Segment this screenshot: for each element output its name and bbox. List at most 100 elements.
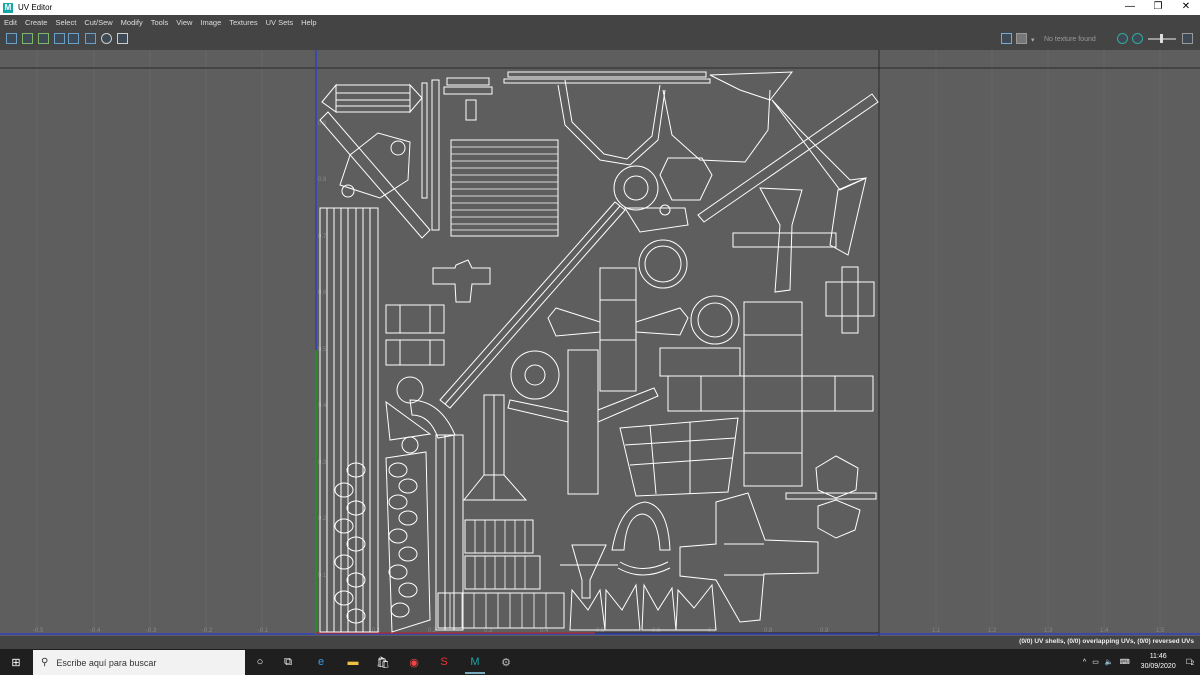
checker-icon[interactable] — [1016, 33, 1027, 44]
uv-shell — [771, 99, 867, 191]
x-tick-label: 0.1 — [372, 628, 381, 634]
shaded-uv-icon[interactable] — [22, 33, 33, 44]
settings-icon[interactable] — [1182, 33, 1193, 44]
x-tick-label: -0.5 — [33, 628, 44, 634]
y-tick-label: 0.7 — [318, 234, 327, 240]
menu-cut-sew[interactable]: Cut/Sew — [80, 18, 116, 27]
globe-icon[interactable] — [1117, 33, 1128, 44]
clock-date: 30/09/2020 — [1140, 663, 1176, 670]
title-bar: M UV Editor — ❐ ✕ — [0, 0, 1200, 15]
system-tray: ^ ▭ 🔈 ⌨ 11:46 30/09/2020 ☐ 2 — [1080, 649, 1200, 675]
uv-shell — [547, 307, 601, 337]
x-tick-label: 1.2 — [988, 628, 997, 634]
distortion-icon[interactable] — [38, 33, 49, 44]
y-tick-label: 0.3 — [318, 460, 327, 466]
cortana-icon[interactable]: ○ — [250, 652, 270, 672]
brightness-icon[interactable] — [1132, 33, 1143, 44]
uv-shell — [571, 544, 607, 599]
grid-icon[interactable] — [85, 33, 96, 44]
menu-modify[interactable]: Modify — [117, 18, 147, 27]
uv-shell — [679, 492, 819, 623]
x-tick-label: 0.4 — [540, 628, 549, 634]
uv-shell — [619, 417, 739, 497]
uv-shell — [443, 86, 493, 95]
filter-icon[interactable] — [68, 33, 79, 44]
uv-shell — [401, 436, 419, 454]
snapshot-icon[interactable] — [117, 33, 128, 44]
uv-shell — [390, 140, 406, 156]
store-icon[interactable]: 🛍 — [373, 652, 393, 672]
uv-shell — [341, 184, 355, 198]
keyboard-icon[interactable]: ⌨ — [1120, 658, 1130, 666]
y-tick-label: 0.4 — [318, 403, 327, 409]
menu-create[interactable]: Create — [21, 18, 52, 27]
network-icon[interactable]: ▭ — [1092, 658, 1099, 666]
uv-shell — [385, 400, 432, 441]
menu-view[interactable]: View — [172, 18, 196, 27]
menu-textures[interactable]: Textures — [225, 18, 261, 27]
task-view-icon[interactable]: ⧉ — [278, 652, 298, 672]
restore-button[interactable]: ❐ — [1144, 0, 1172, 15]
uv-shell — [825, 281, 875, 317]
uv-shell — [604, 583, 641, 631]
uv-shell — [319, 207, 379, 633]
maya-taskbar-icon[interactable]: M — [465, 652, 485, 674]
x-tick-label: -0.3 — [146, 628, 157, 634]
uv-shell — [659, 157, 713, 201]
app-s-icon[interactable]: S — [434, 652, 454, 672]
chrome-icon[interactable]: ◉ — [404, 652, 424, 672]
uv-shell — [385, 339, 445, 366]
uv-shell — [817, 499, 861, 539]
clock[interactable]: 11:46 30/09/2020 — [1141, 652, 1176, 672]
uv-shell — [759, 187, 803, 293]
notification-icon[interactable]: ☐ 2 — [1186, 658, 1194, 667]
uv-shell — [613, 165, 659, 211]
image-display-icon[interactable] — [1001, 33, 1012, 44]
uv-shell — [465, 99, 477, 121]
menu-help[interactable]: Help — [297, 18, 320, 27]
uv-shell — [743, 301, 803, 487]
menu-image[interactable]: Image — [196, 18, 225, 27]
uv-shell — [335, 84, 411, 113]
uv-shell — [659, 347, 741, 377]
menu-edit[interactable]: Edit — [0, 18, 21, 27]
minimize-button[interactable]: — — [1116, 0, 1144, 15]
menu-select[interactable]: Select — [51, 18, 80, 27]
x-tick-label: 0.6 — [652, 628, 661, 634]
uv-shell — [567, 349, 599, 495]
x-tick-label: -0.2 — [202, 628, 213, 634]
x-tick-label: 0.5 — [596, 628, 605, 634]
dropdown-arrow-icon[interactable]: ▾ — [1031, 36, 1035, 44]
chevron-up-icon[interactable]: ^ — [1083, 659, 1086, 666]
uv-shell — [510, 350, 560, 400]
uv-shell — [732, 232, 837, 248]
uv-shell — [396, 376, 424, 404]
clock-time: 11:46 — [1149, 653, 1167, 660]
windows-start-icon[interactable]: ⊞ — [6, 652, 26, 672]
x-tick-label: 0.3 — [484, 628, 493, 634]
uv-shell — [611, 501, 671, 551]
uv-shell — [435, 434, 464, 631]
y-tick-label: 0.6 — [318, 290, 327, 296]
uv-shell — [409, 83, 423, 114]
menu-uv-sets[interactable]: UV Sets — [262, 18, 298, 27]
exposure-slider-handle[interactable] — [1160, 34, 1163, 43]
x-tick-label: 0.8 — [764, 628, 773, 634]
speaker-icon[interactable]: 🔈 — [1105, 658, 1114, 666]
uv-shells — [319, 71, 879, 633]
uv-canvas: -0.5 -0.4 -0.3 -0.2 -0.1 0.1 0.2 0.3 0.4… — [0, 50, 1200, 649]
menu-tools[interactable]: Tools — [147, 18, 173, 27]
display-image-icon[interactable] — [54, 33, 65, 44]
app-tool-icon[interactable]: ⚙ — [496, 652, 516, 672]
file-explorer-icon[interactable]: ▬ — [343, 652, 363, 672]
uv-shell — [667, 375, 874, 412]
edge-icon[interactable]: e — [311, 652, 331, 672]
uv-shell — [635, 307, 689, 336]
exposure-icon[interactable] — [101, 33, 112, 44]
uv-shell — [462, 474, 528, 501]
uv-shell-icon[interactable] — [6, 33, 17, 44]
texture-status: No texture found — [1044, 36, 1096, 43]
taskbar-search[interactable]: ⚲ Escribe aquí para buscar — [33, 650, 245, 675]
uv-viewport[interactable]: -0.5 -0.4 -0.3 -0.2 -0.1 0.1 0.2 0.3 0.4… — [0, 50, 1200, 649]
close-button[interactable]: ✕ — [1172, 0, 1200, 15]
